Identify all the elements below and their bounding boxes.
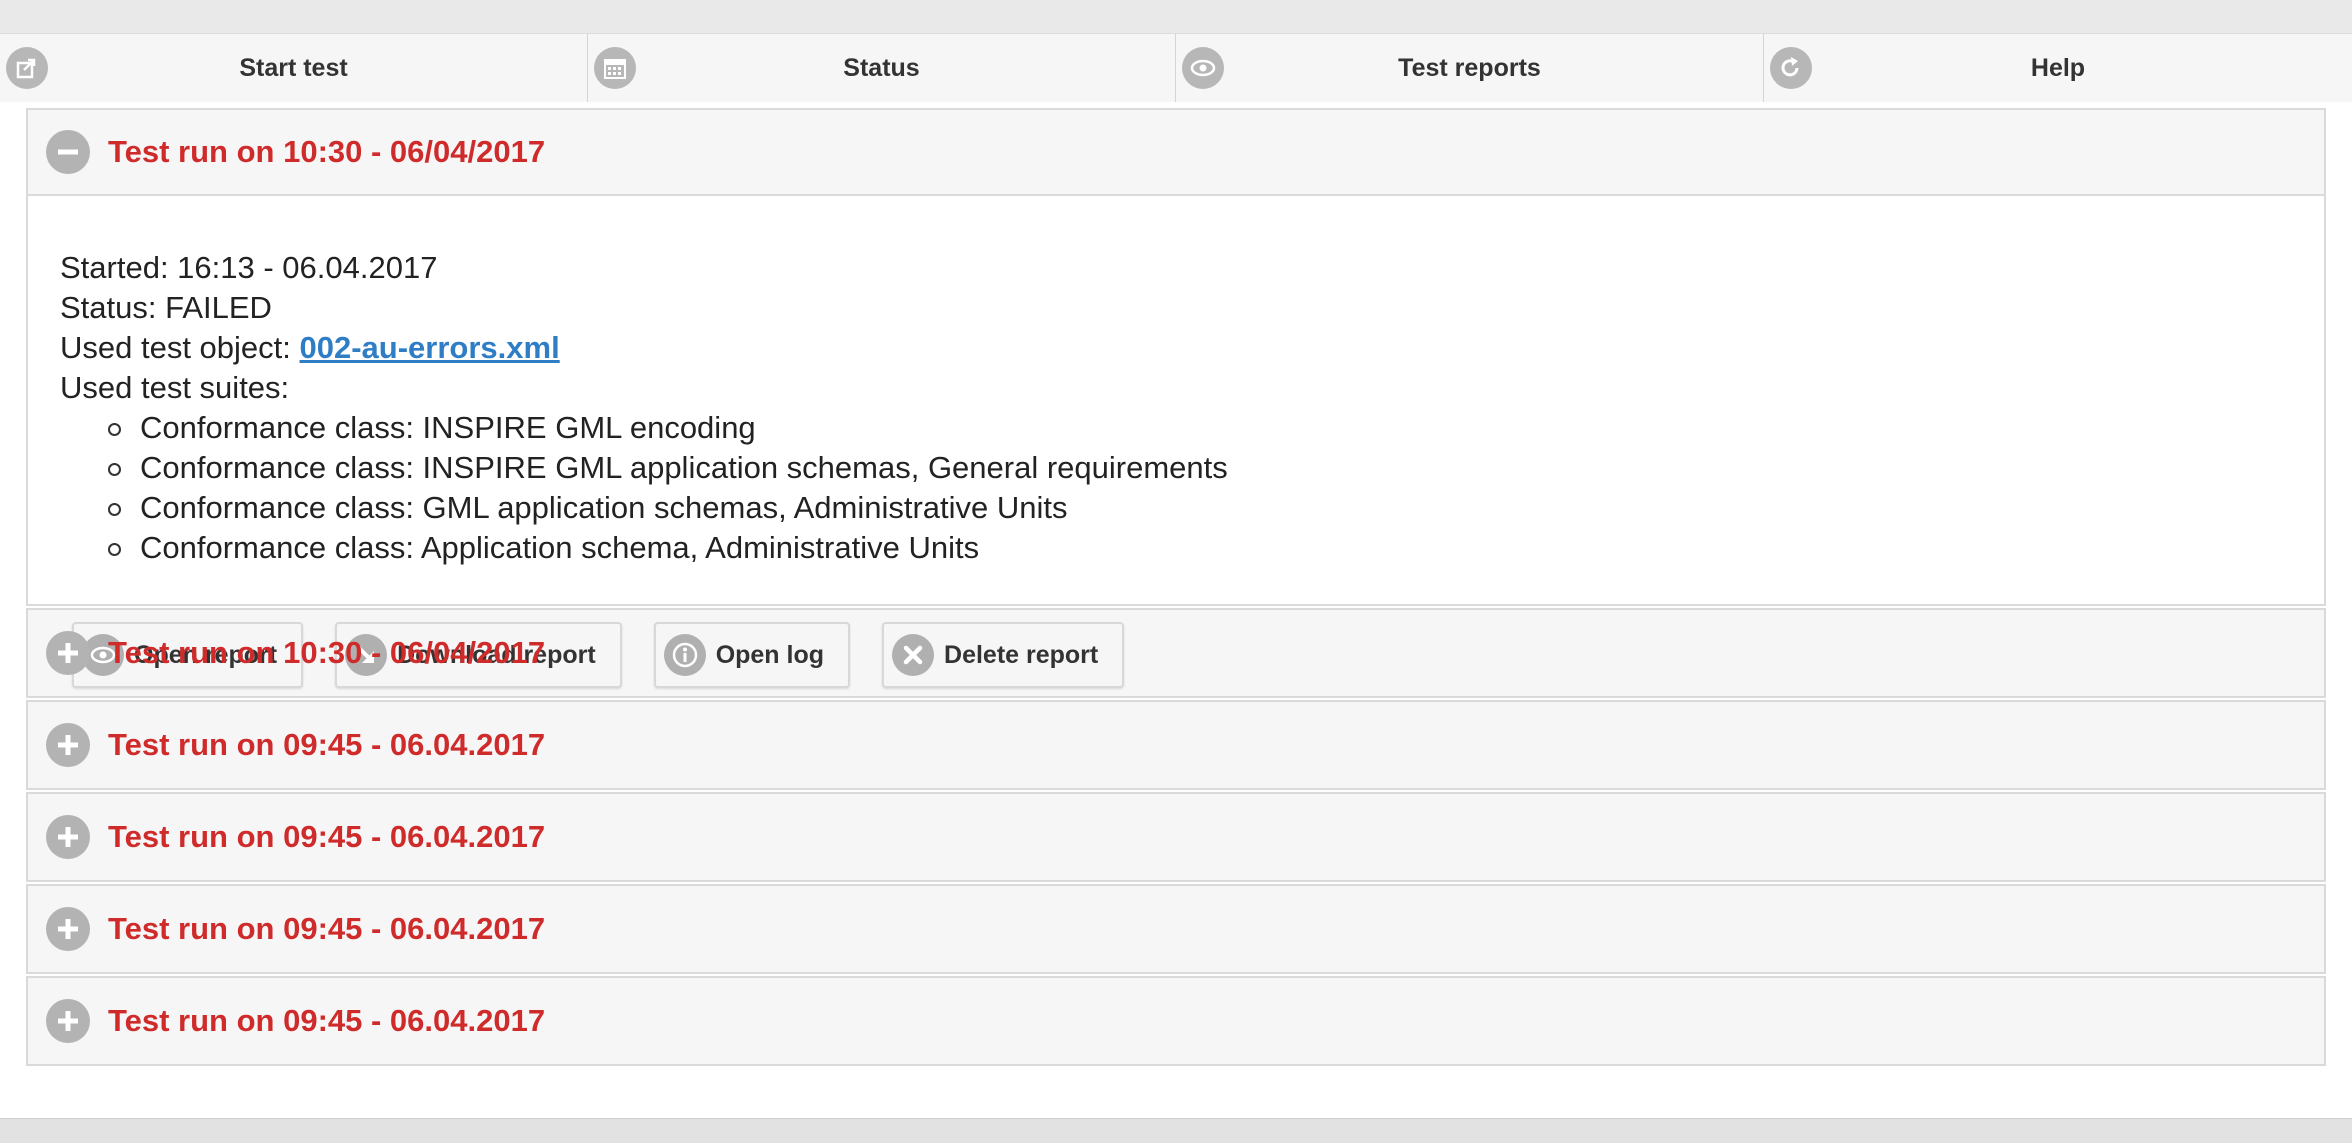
expand-plus-icon[interactable] — [46, 907, 90, 951]
delete-report-button[interactable]: Delete report — [882, 622, 1125, 688]
test-suites-list: Conformance class: INSPIRE GML encoding … — [60, 408, 2324, 568]
tab-start-test-label: Start test — [239, 53, 348, 82]
suite-item: Conformance class: Application schema, A… — [108, 528, 2324, 568]
status-text: Status: FAILED — [60, 290, 272, 325]
test-run-collapsed[interactable]: Test run on 09:45 - 06.04.2017 — [26, 700, 2326, 790]
tab-status[interactable]: Status — [588, 34, 1176, 102]
test-run-details: Started: 16:13 - 06.04.2017 Status: FAIL… — [28, 194, 2324, 688]
suite-item: Conformance class: INSPIRE GML applicati… — [108, 448, 2324, 488]
tab-help-label: Help — [2030, 53, 2086, 82]
tab-test-reports-label: Test reports — [1398, 53, 1541, 82]
tab-help[interactable]: Help — [1764, 34, 2352, 102]
open-log-label: Open log — [715, 640, 825, 669]
test-run-expanded: Test run on 10:30 - 06/04/2017 Started: … — [26, 108, 2326, 688]
suite-item: Conformance class: GML application schem… — [108, 488, 2324, 528]
window-top-strip — [0, 0, 2352, 33]
collapse-minus-icon[interactable] — [46, 130, 90, 174]
test-suites-label: Used test suites: — [60, 370, 290, 405]
calendar-icon — [594, 47, 636, 89]
test-run-title: Test run on 09:45 - 06.04.2017 — [108, 911, 546, 946]
test-reports-content: Test run on 10:30 - 06/04/2017 Started: … — [0, 102, 2352, 1118]
test-run-title: Test run on 09:45 - 06.04.2017 — [108, 819, 546, 854]
tab-test-reports[interactable]: Test reports — [1176, 34, 1764, 102]
share-icon — [6, 47, 48, 89]
test-object-label: Used test object: — [60, 330, 300, 365]
expand-plus-icon[interactable] — [46, 723, 90, 767]
test-run-collapsed[interactable]: Test run on 09:45 - 06.04.2017 — [26, 884, 2326, 974]
expand-plus-icon[interactable] — [46, 815, 90, 859]
main-navbar: Start test Status Test reports Help — [0, 33, 2352, 103]
test-run-list: Test run on 10:30 - 06/04/2017 Started: … — [26, 108, 2326, 1068]
close-icon — [892, 634, 935, 676]
test-run-title: Test run on 10:30 - 06/04/2017 — [108, 635, 546, 670]
tab-start-test[interactable]: Start test — [0, 34, 588, 102]
open-log-button[interactable]: Open log — [653, 622, 851, 688]
test-object-row: Used test object: 002-au-errors.xml — [60, 328, 2324, 368]
test-run-header[interactable]: Test run on 09:45 - 06.04.2017 — [28, 794, 2324, 880]
test-run-header[interactable]: Test run on 09:45 - 06.04.2017 — [28, 978, 2324, 1064]
test-run-header[interactable]: Test run on 09:45 - 06.04.2017 — [28, 886, 2324, 972]
test-run-header[interactable]: Test run on 10:30 - 06/04/2017 — [28, 110, 2324, 194]
horizontal-scrollbar[interactable] — [0, 1118, 2352, 1143]
expand-plus-icon[interactable] — [46, 631, 90, 675]
test-run-title: Test run on 10:30 - 06/04/2017 — [108, 134, 546, 169]
test-run-title: Test run on 09:45 - 06.04.2017 — [108, 727, 546, 762]
refresh-icon — [1770, 47, 1812, 89]
eye-icon — [1182, 47, 1224, 89]
expand-plus-icon[interactable] — [46, 999, 90, 1043]
test-run-title: Test run on 09:45 - 06.04.2017 — [108, 1003, 546, 1038]
test-run-header[interactable]: Test run on 09:45 - 06.04.2017 — [28, 702, 2324, 788]
test-object-link[interactable]: 002-au-errors.xml — [300, 330, 560, 365]
started-text: Started: 16:13 - 06.04.2017 — [60, 250, 438, 285]
test-run-collapsed[interactable]: Test run on 09:45 - 06.04.2017 — [26, 976, 2326, 1066]
delete-report-label: Delete report — [944, 640, 1099, 669]
info-icon — [663, 634, 706, 676]
suite-item: Conformance class: INSPIRE GML encoding — [108, 408, 2324, 448]
tab-status-label: Status — [843, 53, 920, 82]
test-run-collapsed[interactable]: Test run on 09:45 - 06.04.2017 — [26, 792, 2326, 882]
